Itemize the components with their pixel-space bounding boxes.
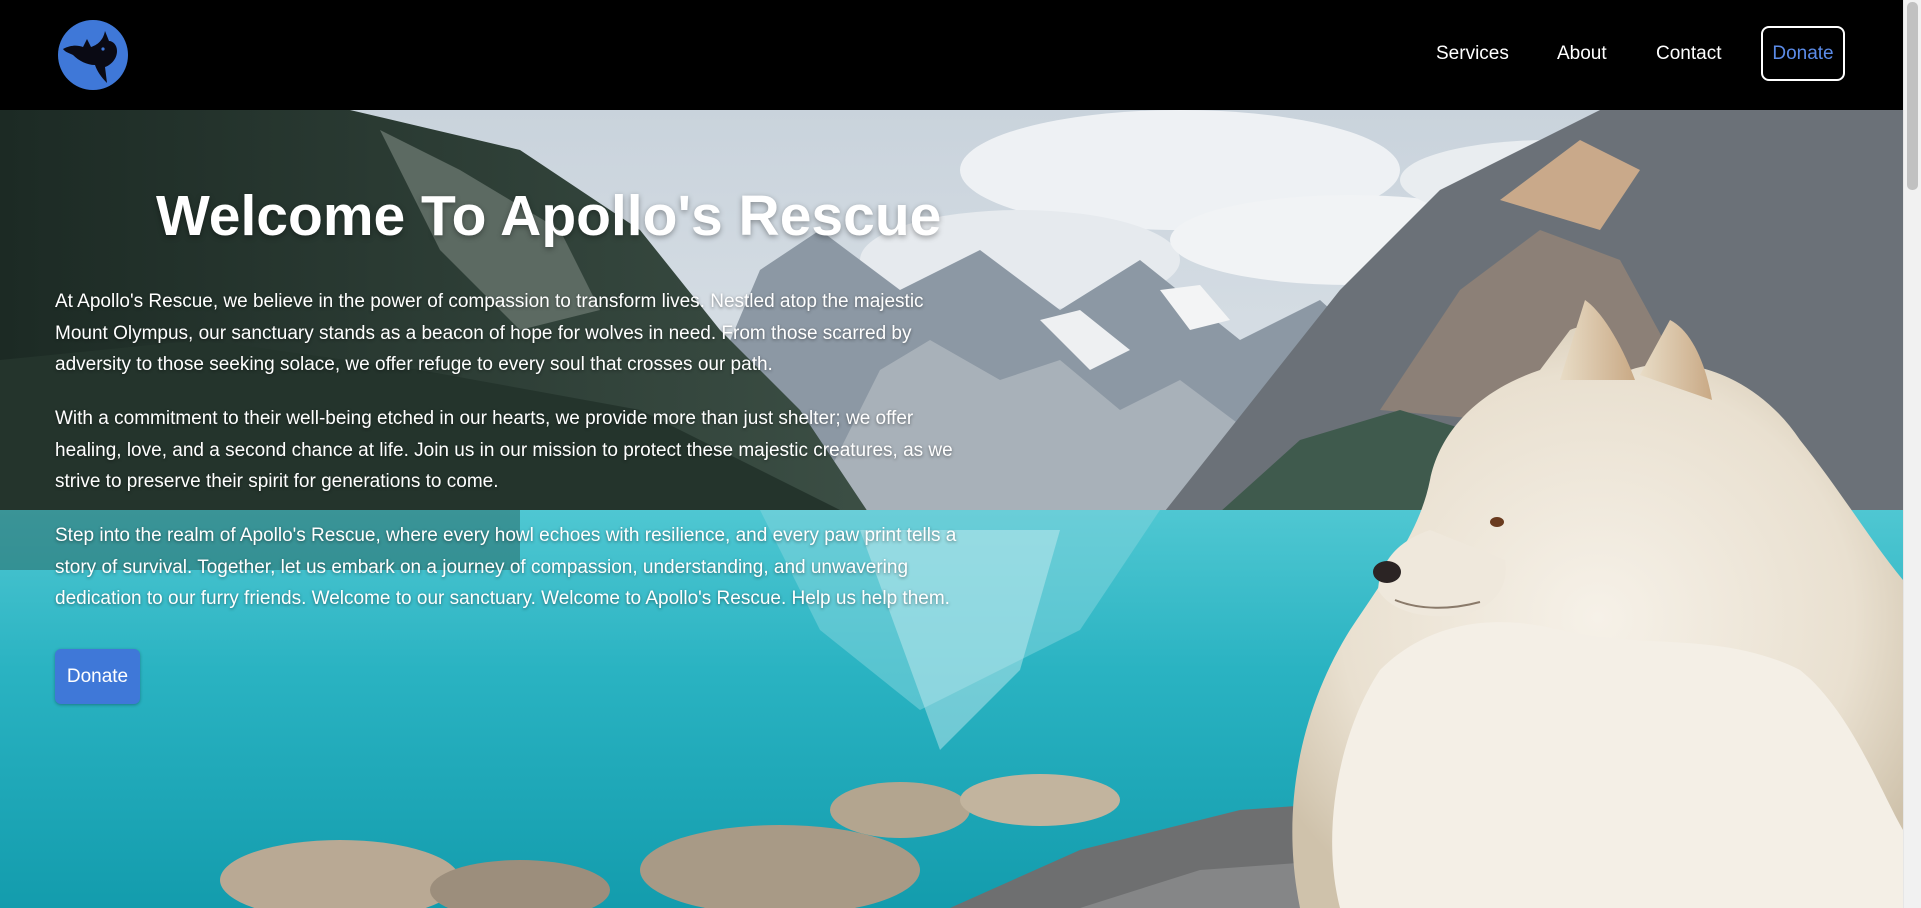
page: Services About Contact Donate Welcome To… <box>0 0 1921 908</box>
hero-paragraph-2: With a commitment to their well-being et… <box>55 403 960 498</box>
hero-paragraph-3: Step into the realm of Apollo's Rescue, … <box>55 520 960 615</box>
nav-about-link[interactable]: About <box>1557 43 1607 65</box>
hero-paragraph-1-line-1: At Apollo's Rescue, we believe in the po… <box>55 291 924 312</box>
scrollbar-thumb[interactable] <box>1907 2 1918 190</box>
hero-donate-button[interactable]: Donate <box>55 649 140 704</box>
site-header: Services About Contact Donate <box>0 0 1903 110</box>
hero-paragraph-3-line-3: dedication to our furry friends. Welcome… <box>55 588 950 609</box>
hero-title: Welcome To Apollo's Rescue <box>156 184 942 248</box>
nav-donate-button[interactable]: Donate <box>1761 26 1845 81</box>
wolf-logo-icon[interactable] <box>57 19 129 91</box>
nav-services-link[interactable]: Services <box>1436 43 1509 65</box>
hero-paragraph-3-line-2: story of survival. Together, let us emba… <box>55 556 909 578</box>
hero-section: Welcome To Apollo's Rescue At Apollo's R… <box>0 110 1903 908</box>
page-scrollbar[interactable] <box>1903 0 1921 908</box>
nav-contact-link[interactable]: Contact <box>1656 43 1721 65</box>
hero-paragraph-3-line-1: Step into the realm of Apollo's Rescue, … <box>55 525 957 546</box>
hero-paragraph-1-line-3: adversity to those seeking solace, we of… <box>55 354 773 375</box>
hero-paragraph-1: At Apollo's Rescue, we believe in the po… <box>55 286 960 381</box>
hero-paragraph-2-line-1: With a commitment to their well-being et… <box>55 408 914 429</box>
hero-paragraph-1-line-2: Mount Olympus, our sanctuary stands as a… <box>55 322 912 344</box>
hero-paragraph-2-line-3: strive to preserve their spirit for gene… <box>55 471 499 492</box>
hero-paragraph-2-line-2: healing, love, and a second chance at li… <box>55 439 953 461</box>
